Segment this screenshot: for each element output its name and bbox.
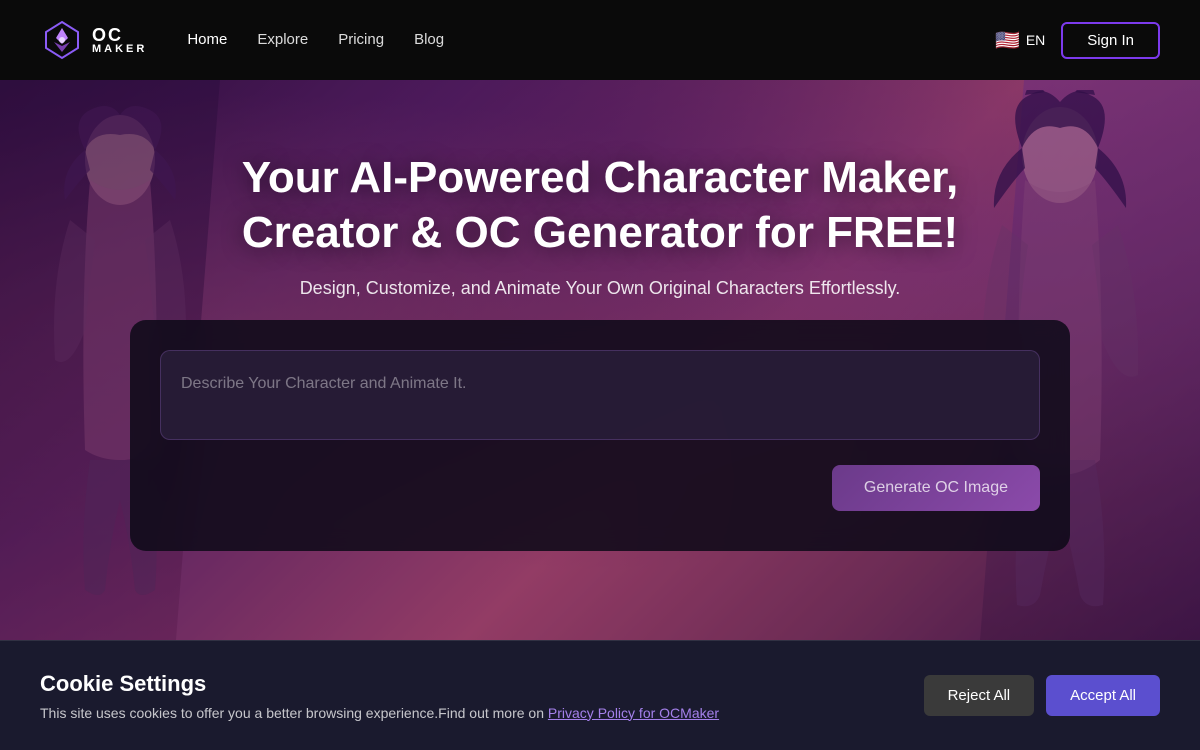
cookie-desc-text: This site uses cookies to offer you a be… (40, 705, 548, 721)
hero-title-line1: Your AI-Powered Character Maker, (242, 153, 958, 202)
cookie-privacy-link[interactable]: Privacy Policy for OCMaker (548, 705, 719, 721)
logo-maker: MAKER (92, 44, 147, 55)
language-button[interactable]: 🇺🇸 EN (995, 28, 1045, 53)
hero-title-line2: Creator & OC Generator for FREE! (242, 208, 958, 257)
cookie-text-block: Cookie Settings This site uses cookies t… (40, 671, 884, 721)
navbar: OC MAKER Home Explore Pricing Blog 🇺🇸 EN… (0, 0, 1200, 80)
flag-icon: 🇺🇸 (995, 28, 1020, 53)
generate-button[interactable]: Generate OC Image (832, 465, 1040, 511)
language-label: EN (1026, 32, 1045, 48)
character-description-input[interactable] (160, 350, 1040, 440)
card-footer: Generate OC Image (160, 465, 1040, 511)
cookie-banner: Cookie Settings This site uses cookies t… (0, 640, 1200, 750)
nav-link-home[interactable]: Home (187, 31, 227, 48)
sign-in-button[interactable]: Sign In (1061, 22, 1160, 59)
nav-links: Home Explore Pricing Blog (187, 31, 444, 49)
hero-title: Your AI-Powered Character Maker, Creator… (242, 150, 958, 260)
hero-subtitle: Design, Customize, and Animate Your Own … (300, 278, 901, 299)
logo-icon (40, 18, 84, 62)
hero-content: Your AI-Powered Character Maker, Creator… (0, 80, 1200, 299)
nav-right: 🇺🇸 EN Sign In (995, 22, 1160, 59)
logo-text: OC MAKER (92, 26, 147, 55)
nav-link-explore[interactable]: Explore (257, 31, 308, 48)
hero-card: Generate OC Image (130, 320, 1070, 551)
logo: OC MAKER (40, 18, 147, 62)
cookie-actions: Reject All Accept All (924, 675, 1160, 716)
cookie-title: Cookie Settings (40, 671, 884, 697)
reject-all-button[interactable]: Reject All (924, 675, 1035, 716)
cookie-description: This site uses cookies to offer you a be… (40, 705, 884, 721)
nav-left: OC MAKER Home Explore Pricing Blog (40, 18, 444, 62)
accept-all-button[interactable]: Accept All (1046, 675, 1160, 716)
nav-link-blog[interactable]: Blog (414, 31, 444, 48)
nav-link-pricing[interactable]: Pricing (338, 31, 384, 48)
logo-oc: OC (92, 26, 147, 44)
